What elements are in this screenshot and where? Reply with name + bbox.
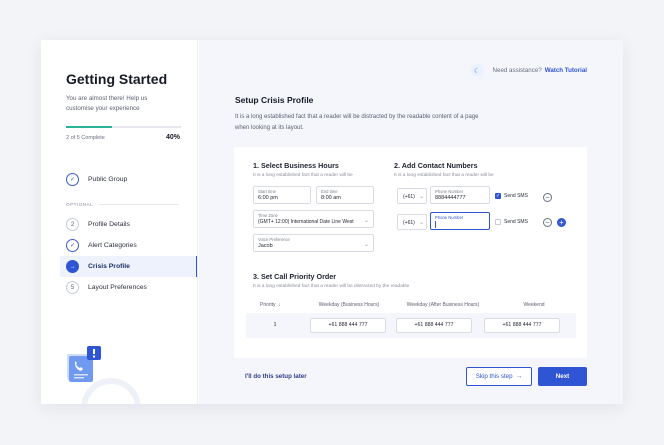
send-sms-checkbox[interactable]: ✓	[495, 193, 501, 199]
chevron-down-icon: ⌄	[419, 194, 425, 200]
country-code: (+61)	[403, 194, 415, 200]
send-sms-checkbox[interactable]	[495, 219, 501, 225]
progress-fill	[66, 126, 112, 128]
step-profile-details[interactable]: 2 Profile Details	[60, 214, 197, 235]
phone-number-field[interactable]: Phone Number 8884444777	[430, 186, 490, 204]
arrow-right-icon: →	[514, 373, 523, 380]
country-code: (+61)	[403, 220, 415, 226]
progress-bar	[66, 126, 181, 128]
next-button[interactable]: Next	[538, 367, 587, 386]
main-content: ☾ Need assistance? Watch Tutorial Setup …	[199, 40, 623, 404]
field-value: 8:00 am	[321, 195, 341, 201]
send-sms-label: Send SMS	[504, 193, 528, 199]
settings-panel: 1. Select Business Hours It is a long es…	[234, 147, 587, 358]
priority-table-header: Priority ↓ Weekday (Business Hours) Week…	[246, 298, 576, 313]
progress-percent: 40%	[165, 134, 180, 141]
chevron-down-icon: ⌄	[419, 220, 425, 226]
sidebar: Getting Started You are almost there! He…	[41, 40, 198, 404]
watch-tutorial-link[interactable]: Watch Tutorial	[545, 67, 587, 74]
column-header: Weekday (After Business Hours)	[406, 302, 480, 308]
section-subtitle: It is a long established fact that a rea…	[253, 284, 410, 289]
field-label: Time Zone	[258, 213, 278, 218]
progress-label: 2 of 5 Complete	[66, 135, 105, 141]
skip-label: Skip this step	[475, 373, 513, 380]
table-row: 1 +61 888 444 777 +61 888 444 777 +61 88…	[246, 313, 576, 338]
weekend-number[interactable]: +61 888 444 777	[484, 318, 560, 333]
section-title: 2. Add Contact Numbers	[394, 161, 478, 170]
divider	[99, 204, 179, 205]
step-crisis-profile[interactable]: → Crisis Profile	[60, 256, 197, 277]
help-question: Need assistance?	[492, 67, 542, 74]
text-cursor	[435, 221, 436, 228]
section-title: 3. Set Call Priority Order	[253, 272, 337, 281]
section-subtitle: It is a long established fact that a rea…	[253, 173, 353, 178]
arrow-down-icon: ↓	[276, 302, 281, 308]
field-label: Phone Number	[435, 215, 464, 220]
optional-label: OPTIONAL	[66, 202, 94, 207]
section-subtitle: It is a long established fact that a rea…	[394, 173, 494, 178]
timezone-select[interactable]: Time Zone (GMT+ 12:00) International Dat…	[253, 210, 374, 228]
column-header: Weekday (Business Hours)	[318, 302, 380, 308]
moon-icon[interactable]: ☾	[470, 64, 484, 77]
setup-later-link[interactable]: I'll do this setup later	[245, 373, 307, 380]
chevron-down-icon: ⌄	[363, 218, 369, 224]
field-value: Jacob	[258, 243, 273, 249]
step-number: 2	[66, 218, 79, 231]
step-label: Profile Details	[88, 221, 130, 228]
priority-value: 1	[273, 322, 277, 328]
field-value: 6:00 pm	[258, 195, 278, 201]
phone-number-field[interactable]: Phone Number	[430, 212, 490, 230]
add-number-button[interactable]: +	[557, 218, 566, 227]
country-code-select[interactable]: (+61) ⌄	[397, 188, 427, 204]
remove-number-button[interactable]: −	[543, 193, 552, 202]
weekday-business-number[interactable]: +61 888 444 777	[310, 318, 386, 333]
step-layout-preferences[interactable]: 5 Layout Preferences	[60, 277, 197, 298]
send-sms-label: Send SMS	[504, 219, 528, 225]
skip-step-button[interactable]: Skip this step →	[466, 367, 532, 386]
field-label: Phone Number	[435, 189, 464, 194]
step-public-group[interactable]: ✓ Public Group	[60, 169, 197, 190]
phone-alert-illustration	[67, 346, 101, 382]
page-description: It is a long established fact that a rea…	[235, 114, 479, 131]
start-time-field[interactable]: Start time 6:00 pm	[253, 186, 311, 204]
field-value: 8884444777	[435, 195, 466, 201]
weekday-after-number[interactable]: +61 888 444 777	[396, 318, 472, 333]
step-label: Public Group	[88, 176, 128, 183]
arrow-right-icon: →	[66, 260, 79, 273]
voice-preference-select[interactable]: Voice Preference Jacob ⌄	[253, 234, 374, 252]
step-label: Alert Categories	[88, 242, 137, 249]
field-label: End time	[321, 189, 338, 194]
chevron-down-icon: ⌄	[363, 242, 369, 248]
field-label: Start time	[258, 189, 276, 194]
country-code-select[interactable]: (+61) ⌄	[397, 214, 427, 230]
check-icon: ✓	[66, 239, 79, 252]
check-icon: ✓	[66, 173, 79, 186]
help-bar: ☾ Need assistance? Watch Tutorial	[470, 64, 587, 77]
page-title: Setup Crisis Profile	[235, 95, 314, 105]
step-label: Layout Preferences	[88, 284, 147, 291]
field-label: Voice Preference	[258, 237, 290, 242]
sidebar-subtitle: You are almost there! Help us customise …	[66, 95, 148, 112]
end-time-field[interactable]: End time 8:00 am	[316, 186, 374, 204]
step-alert-categories[interactable]: ✓ Alert Categories	[60, 235, 197, 256]
step-number: 5	[66, 281, 79, 294]
step-label: Crisis Profile	[88, 263, 130, 270]
column-header: Weekend	[523, 302, 545, 308]
field-value: (GMT+ 12:00) International Date Line Wes…	[258, 219, 354, 225]
remove-number-button[interactable]: −	[543, 218, 552, 227]
section-title: 1. Select Business Hours	[253, 161, 339, 170]
sidebar-title: Getting Started	[66, 71, 168, 87]
onboarding-card: Getting Started You are almost there! He…	[41, 40, 623, 404]
column-header-priority[interactable]: Priority ↓	[260, 302, 300, 308]
